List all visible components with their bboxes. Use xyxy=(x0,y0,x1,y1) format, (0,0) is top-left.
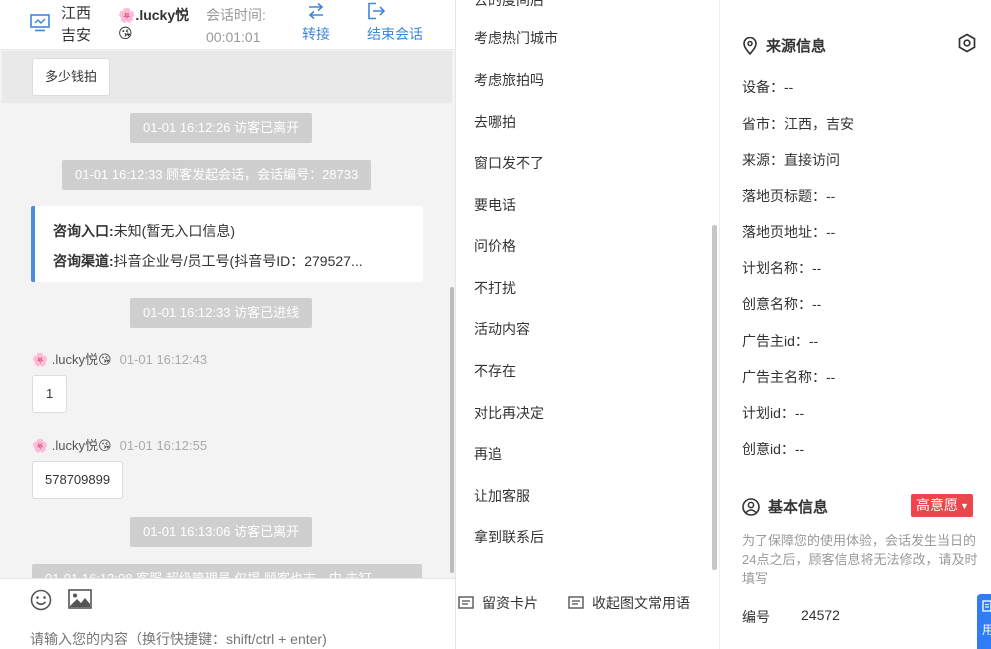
basic-info-title: 基本信息 xyxy=(742,496,828,517)
collapse-phrases-label: 收起图文常用语 xyxy=(592,595,690,611)
chat-header: 江西 吉安 🌸.lucky悦😘 会话时间: 00:01:01 转接 结束会话 xyxy=(0,0,455,50)
field-creative-id: 创意id：-- xyxy=(742,441,805,457)
message-sender: 🌸 .lucky悦😘 01-01 16:12:43 xyxy=(32,349,207,368)
field-landing-title: 落地页标题：-- xyxy=(742,188,836,204)
field-plan-name: 计划名称：-- xyxy=(742,260,822,276)
user-circle-icon xyxy=(742,498,760,516)
transfer-button[interactable]: 转接 xyxy=(302,2,330,44)
consult-channel-label: 咨询渠道: xyxy=(53,253,114,269)
quick-reply-item[interactable]: 让加客服 xyxy=(474,486,530,506)
lead-card-label: 留资卡片 xyxy=(482,595,538,611)
quick-reply-item[interactable]: 不存在 xyxy=(474,361,516,381)
message-icon xyxy=(568,596,584,609)
quick-reply-pane: 去的度间后 考虑热门城市 考虑旅拍吗 去哪拍 窗口发不了 要电话 问价格 不打扰… xyxy=(456,0,720,578)
consult-info-card: 咨询入口:未知(暂无入口信息) 咨询渠道:抖音企业号/员工号(抖音号ID：279… xyxy=(31,206,423,282)
basic-info-title-text: 基本信息 xyxy=(768,499,829,516)
field-id-label: 编号 xyxy=(742,609,770,625)
exit-icon xyxy=(368,2,386,20)
consult-entry-label: 咨询入口: xyxy=(53,223,114,239)
quick-reply-item[interactable]: 拿到联系后 xyxy=(474,527,544,547)
quick-reply-item[interactable]: 不打扰 xyxy=(474,278,516,298)
quick-reply-item[interactable]: 去哪拍 xyxy=(474,112,516,132)
quick-reply-item[interactable]: 再追 xyxy=(474,444,502,464)
source-info-title: 来源信息 xyxy=(742,35,826,56)
sender-name: 🌸 .lucky悦😘 xyxy=(32,438,112,453)
message-bubble: 578709899 xyxy=(32,461,124,499)
floating-button-label: 用 xyxy=(982,623,991,637)
quick-reply-item[interactable]: 去的度间后 xyxy=(474,0,544,10)
system-message: 01-01 16:13:08 客服 超级管理员 仅提 顾客也末，中 去钉 xyxy=(32,564,422,578)
consult-channel-value: 抖音企业号/员工号(抖音号ID：279527... xyxy=(113,253,363,269)
intent-badge[interactable]: 高意愿 ▼ xyxy=(911,494,973,517)
quick-reply-toolbar: 留资卡片 收起图文常用语 xyxy=(456,578,720,649)
quick-reply-item[interactable]: 考虑旅拍吗 xyxy=(474,70,544,90)
end-session-button[interactable]: 结束会话 xyxy=(367,2,423,44)
system-message: 01-01 16:13:06 访客已离开 xyxy=(130,517,313,547)
system-message: 01-01 16:12:33 顾客发起会话，会话编号：28733 xyxy=(62,160,372,190)
message-composer xyxy=(0,578,455,649)
chat-pane: 江西 吉安 🌸.lucky悦😘 会话时间: 00:01:01 转接 结束会话 多… xyxy=(0,0,456,649)
message-sender: 🌸 .lucky悦😘 01-01 16:12:55 xyxy=(32,435,207,454)
field-device: 设备：-- xyxy=(742,79,794,95)
image-icon[interactable] xyxy=(68,589,92,609)
settings-hexagon-icon[interactable] xyxy=(957,33,977,53)
collapse-phrases-button[interactable]: 收起图文常用语 xyxy=(568,593,690,613)
consult-channel-row: 咨询渠道:抖音企业号/员工号(抖音号ID：279527... xyxy=(53,246,419,276)
intent-badge-label: 高意愿 xyxy=(916,497,958,513)
field-plan-id: 计划id：-- xyxy=(742,405,805,421)
end-session-label: 结束会话 xyxy=(367,26,423,42)
message-bubble: 1 xyxy=(32,375,68,413)
message-time: 01-01 16:12:43 xyxy=(119,352,208,367)
field-province: 省市：江西，吉安 xyxy=(742,116,854,132)
chat-scrollbar[interactable] xyxy=(450,287,454,573)
emoji-icon[interactable] xyxy=(30,589,52,611)
chat-message-list[interactable]: 多少钱拍 01-01 16:12:26 访客已离开 01-01 16:12:33… xyxy=(2,51,454,578)
field-advertiser-name: 广告主名称：-- xyxy=(742,369,836,385)
transfer-icon xyxy=(308,2,324,20)
field-landing-url: 落地页地址：-- xyxy=(742,224,836,240)
quick-question-button[interactable]: 多少钱拍 xyxy=(32,58,111,96)
source-info-title-text: 来源信息 xyxy=(766,38,827,55)
consult-entry-row: 咨询入口:未知(暂无入口信息) xyxy=(53,216,419,246)
transfer-label: 转接 xyxy=(302,26,330,42)
visitor-location: 江西 吉安 xyxy=(61,3,91,47)
system-message: 01-01 16:12:33 访客已进线 xyxy=(130,298,313,328)
monitor-icon xyxy=(30,14,50,32)
floating-side-button[interactable]: 用 xyxy=(977,594,991,649)
lead-card-button[interactable]: 留资卡片 xyxy=(458,593,538,613)
visitor-name: 🌸.lucky悦😘 xyxy=(118,7,190,41)
field-advertiser-id: 广告主id：-- xyxy=(742,333,819,349)
field-source: 来源：直接访问 xyxy=(742,152,840,168)
quick-reply-item[interactable]: 活动内容 xyxy=(474,319,530,339)
field-id-value: 24572 xyxy=(801,607,840,623)
caret-down-icon: ▼ xyxy=(960,501,969,511)
sender-name: 🌸 .lucky悦😘 xyxy=(32,352,112,367)
location-province: 江西 xyxy=(61,5,92,22)
quick-reply-scrollbar[interactable] xyxy=(712,225,717,570)
document-icon xyxy=(982,600,991,612)
session-time-value: 00:01:01 xyxy=(206,29,261,45)
edit-notice: 为了保障您的使用体验，会话发生当日的24点之后，顾客信息将无法修改，请及时填写 xyxy=(742,533,978,586)
message-input[interactable] xyxy=(30,631,450,647)
location-pin-icon xyxy=(743,36,757,56)
message-time: 01-01 16:12:55 xyxy=(119,438,208,453)
field-creative-name: 创意名称：-- xyxy=(742,296,822,312)
quick-reply-item[interactable]: 对比再决定 xyxy=(474,403,544,423)
consult-entry-value: 未知(暂无入口信息) xyxy=(113,223,235,239)
quick-reply-item[interactable]: 考虑热门城市 xyxy=(474,28,558,48)
card-icon xyxy=(458,596,474,609)
session-time-label: 会话时间: xyxy=(206,7,266,23)
quick-reply-item[interactable]: 窗口发不了 xyxy=(474,153,544,173)
customer-info-pane: 来源信息 设备：-- 省市：江西，吉安 来源：直接访问 落地页标题：-- 落地页… xyxy=(720,0,991,649)
quick-reply-item[interactable]: 问价格 xyxy=(474,236,516,256)
system-message: 01-01 16:12:26 访客已离开 xyxy=(130,113,313,143)
quick-reply-item[interactable]: 要电话 xyxy=(474,195,516,215)
location-city: 吉安 xyxy=(61,27,92,44)
